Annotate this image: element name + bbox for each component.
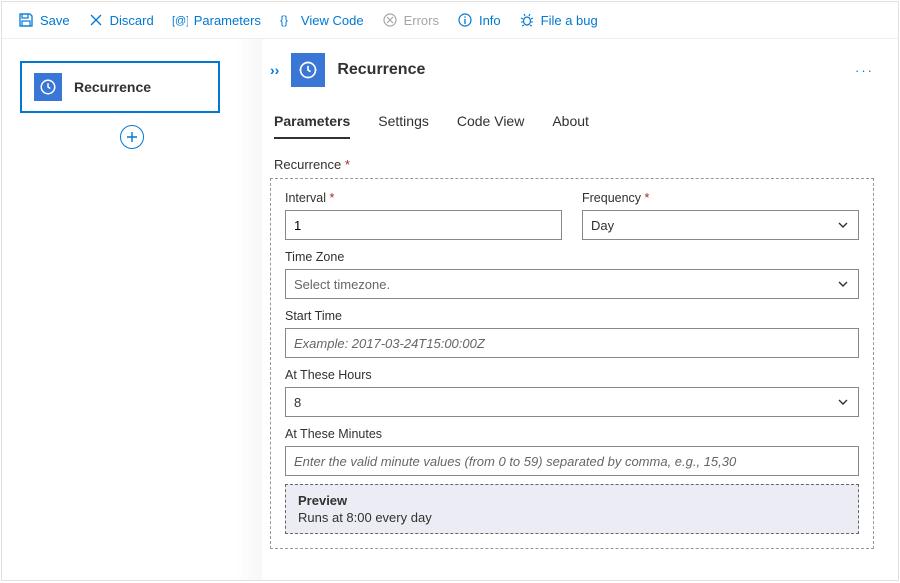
braces-icon: {} [279, 12, 295, 28]
file-bug-button[interactable]: File a bug [513, 8, 604, 32]
bug-icon [519, 12, 535, 28]
chevron-down-icon [836, 395, 850, 409]
minutes-label: At These Minutes [285, 427, 859, 441]
section-label: Recurrence * [274, 157, 874, 172]
recurrence-node-title: Recurrence [74, 79, 151, 95]
frequency-label: Frequency * [582, 191, 859, 205]
hours-select[interactable]: 8 [285, 387, 859, 417]
recurrence-node[interactable]: Recurrence [20, 61, 220, 113]
panel-more-button[interactable]: ··· [855, 63, 874, 78]
designer-canvas: Recurrence [2, 39, 262, 580]
timezone-label: Time Zone [285, 250, 859, 264]
preview-box: Preview Runs at 8:00 every day [285, 484, 859, 534]
toolbar: Save Discard [@] Parameters {} View Code… [2, 2, 898, 39]
svg-text:{}: {} [280, 13, 288, 27]
interval-label: Interval * [285, 191, 562, 205]
errors-label: Errors [404, 13, 439, 28]
discard-label: Discard [110, 13, 154, 28]
minutes-input[interactable]: Enter the valid minute values (from 0 to… [285, 446, 859, 476]
parameters-button[interactable]: [@] Parameters [166, 8, 267, 32]
collapse-panel-button[interactable]: ›› [270, 62, 279, 78]
add-step-button[interactable] [120, 125, 144, 149]
view-code-button[interactable]: {} View Code [273, 8, 370, 32]
discard-icon [88, 12, 104, 28]
preview-title: Preview [298, 493, 846, 508]
chevron-down-icon [836, 277, 850, 291]
tab-parameters[interactable]: Parameters [274, 113, 350, 139]
panel-title: Recurrence [337, 61, 843, 79]
preview-text: Runs at 8:00 every day [298, 510, 846, 525]
interval-input[interactable] [285, 210, 562, 240]
errors-button: Errors [376, 8, 445, 32]
info-label: Info [479, 13, 501, 28]
save-label: Save [40, 13, 70, 28]
tab-about[interactable]: About [552, 113, 589, 139]
timezone-select[interactable]: Select timezone. [285, 269, 859, 299]
discard-button[interactable]: Discard [82, 8, 160, 32]
errors-icon [382, 12, 398, 28]
save-icon [18, 12, 34, 28]
tab-settings[interactable]: Settings [378, 113, 429, 139]
interval-input-field[interactable] [294, 218, 553, 233]
hours-label: At These Hours [285, 368, 859, 382]
info-button[interactable]: Info [451, 8, 507, 32]
view-code-label: View Code [301, 13, 364, 28]
tab-code-view[interactable]: Code View [457, 113, 524, 139]
detail-panel: ›› Recurrence ··· Parameters Settings Co… [262, 39, 898, 580]
svg-text:[@]: [@] [172, 15, 188, 27]
start-time-label: Start Time [285, 309, 859, 323]
parameters-icon: [@] [172, 12, 188, 28]
frequency-select[interactable]: Day [582, 210, 859, 240]
recurrence-node-icon [34, 73, 62, 101]
chevron-down-icon [836, 218, 850, 232]
panel-tabs: Parameters Settings Code View About [274, 113, 874, 139]
save-button[interactable]: Save [12, 8, 76, 32]
file-bug-label: File a bug [541, 13, 598, 28]
start-time-input[interactable]: Example: 2017-03-24T15:00:00Z [285, 328, 859, 358]
info-icon [457, 12, 473, 28]
recurrence-form: Interval * Frequency * Day Tim [270, 178, 874, 549]
recurrence-panel-icon [291, 53, 325, 87]
parameters-label: Parameters [194, 13, 261, 28]
